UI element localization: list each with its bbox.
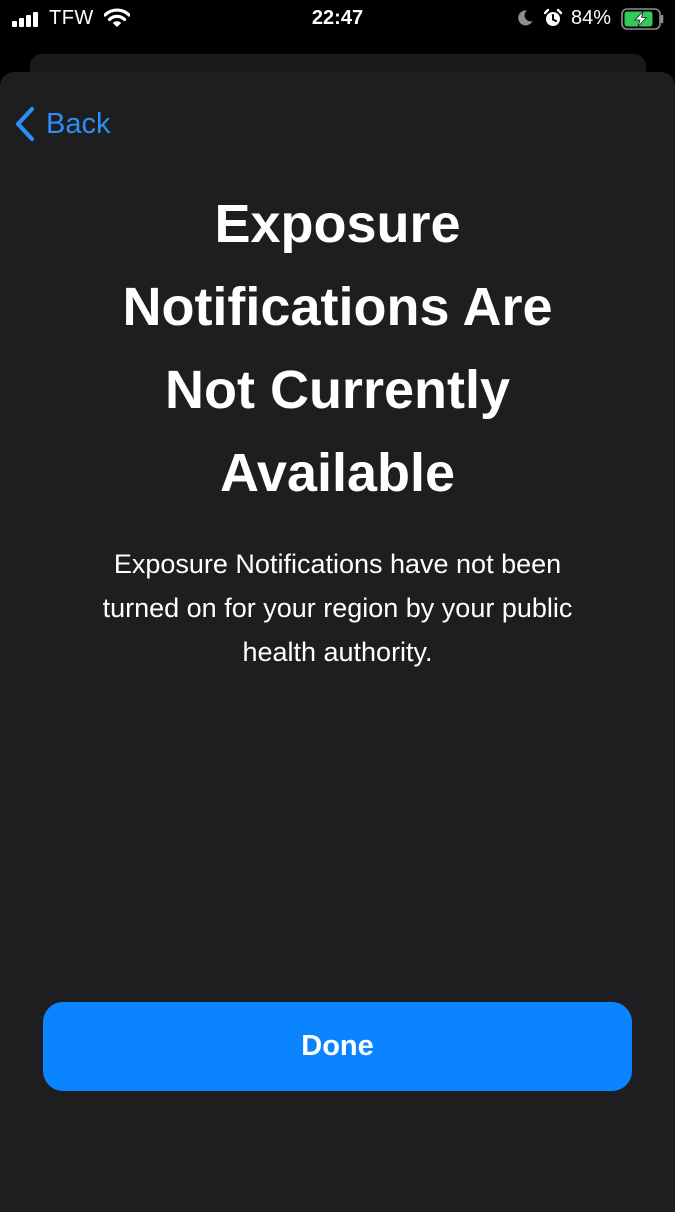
status-bar: TFW 22:47 84% (0, 0, 675, 40)
back-label: Back (46, 107, 111, 140)
back-button[interactable]: Back (14, 104, 110, 144)
chevron-left-icon (15, 106, 35, 142)
description-line: health authority. (242, 637, 433, 667)
description-text: Exposure Notifications have not been tur… (50, 542, 625, 674)
title-line: Notifications Are (122, 277, 553, 337)
title-line: Available (219, 443, 456, 503)
title-line: Exposure (214, 194, 461, 254)
alarm-icon (543, 8, 563, 26)
description-line: turned on for your region by your public (102, 593, 573, 623)
battery-percentage: 84% (571, 7, 612, 29)
moon-icon (518, 10, 533, 26)
title-line: Not Currently (164, 360, 510, 420)
page-title: Exposure Notifications Are Not Currently… (60, 183, 615, 515)
description-line: Exposure Notifications have not been (113, 549, 562, 579)
done-button[interactable]: Done (43, 1002, 632, 1091)
battery-charging-icon (621, 8, 664, 30)
